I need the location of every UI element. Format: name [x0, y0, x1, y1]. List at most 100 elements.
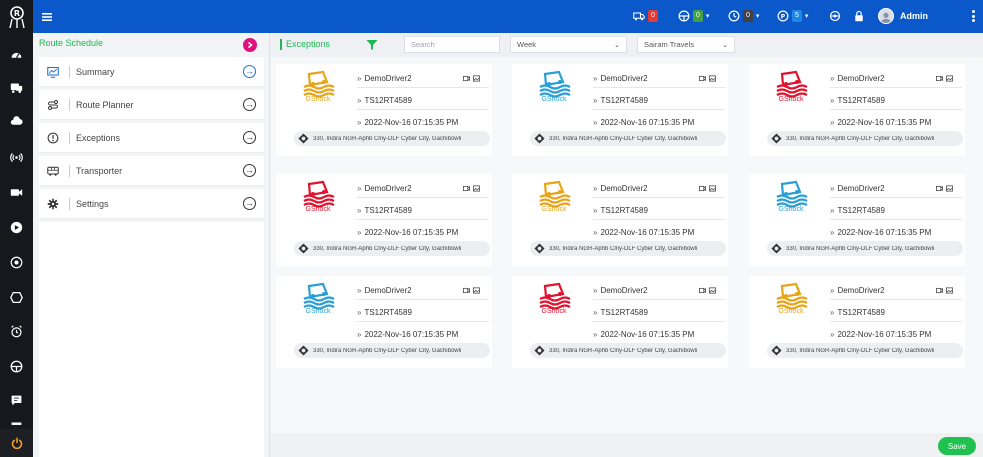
menu-item-summary[interactable]: Summary →: [39, 57, 264, 87]
cloud-icon[interactable]: [0, 110, 33, 132]
exception-card[interactable]: GShock » DemoDriver2 » TS12RT4589 » 2022-No…: [276, 174, 492, 266]
video-icon[interactable]: [699, 75, 706, 82]
arrow-right-icon[interactable]: →: [243, 65, 256, 78]
menu-icon[interactable]: [41, 10, 53, 22]
save-button[interactable]: Save: [938, 437, 976, 455]
target-icon[interactable]: [0, 251, 33, 273]
arrow-right-icon[interactable]: →: [243, 164, 256, 177]
dashboard-icon[interactable]: [0, 43, 33, 65]
double-chevron-icon: »: [357, 118, 362, 127]
lock-icon[interactable]: [853, 6, 865, 26]
idle-status[interactable]: 0 ▾: [728, 6, 759, 26]
chevron-down-icon: ⌄: [614, 41, 620, 49]
address-text: 330, Indira NGR-Aphb Clny-DLF Cyber City…: [313, 347, 462, 354]
menu-item-exceptions[interactable]: Exceptions →: [39, 123, 264, 153]
user-menu[interactable]: Admin: [878, 6, 928, 26]
steering-icon[interactable]: [0, 355, 33, 377]
video-icon[interactable]: [936, 75, 943, 82]
image-icon[interactable]: [473, 185, 480, 192]
play-icon[interactable]: [0, 216, 33, 238]
logo-label: GShock: [778, 206, 804, 213]
double-chevron-icon: »: [593, 228, 598, 237]
car-flood-icon: [776, 180, 808, 208]
double-chevron-icon: »: [830, 96, 835, 105]
gshock-logo: GShock: [769, 180, 813, 218]
gshock-logo: GShock: [296, 282, 340, 320]
event-datetime: » 2022-Nov-16 07:15:35 PM: [593, 228, 695, 237]
company-select[interactable]: Sairam Travels ⌄: [637, 36, 735, 53]
video-icon[interactable]: [936, 287, 943, 294]
menu-item-label: Summary: [76, 66, 115, 77]
double-chevron-icon: »: [357, 308, 362, 317]
video-icon[interactable]: [0, 181, 33, 203]
vehicle-alerts[interactable]: 0: [633, 6, 658, 26]
arrow-right-icon[interactable]: →: [243, 131, 256, 144]
gshock-logo: GShock: [532, 180, 576, 218]
online-status-count: 0: [693, 10, 703, 22]
settings-wheel-icon[interactable]: [829, 6, 841, 26]
media-icons: [463, 185, 480, 192]
period-select[interactable]: Week ⌄: [510, 36, 627, 53]
logo-label: GShock: [305, 206, 331, 213]
video-icon[interactable]: [463, 287, 470, 294]
broadcast-icon[interactable]: [0, 146, 33, 168]
exception-card[interactable]: GShock » DemoDriver2 » TS12RT4589 » 2022-No…: [749, 276, 965, 368]
double-chevron-icon: »: [830, 330, 835, 339]
double-chevron-icon: »: [593, 74, 598, 83]
exception-card[interactable]: GShock » DemoDriver2 » TS12RT4589 » 2022-No…: [749, 174, 965, 266]
exception-card[interactable]: GShock » DemoDriver2 » TS12RT4589 » 2022-No…: [512, 276, 728, 368]
hexagon-icon[interactable]: [0, 286, 33, 308]
video-icon[interactable]: [936, 185, 943, 192]
vehicle-number: » TS12RT4589: [357, 96, 412, 105]
online-status[interactable]: 0 ▾: [678, 6, 709, 26]
video-icon[interactable]: [463, 185, 470, 192]
panel-body: [39, 222, 264, 457]
logo-label: GShock: [305, 96, 331, 103]
car-flood-icon: [303, 70, 335, 98]
alarm-clock-icon[interactable]: [0, 320, 33, 342]
power-icon[interactable]: [0, 429, 33, 457]
image-icon[interactable]: [709, 75, 716, 82]
image-icon[interactable]: [946, 185, 953, 192]
chevron-right-icon: [248, 41, 253, 49]
user-name: Admin: [900, 11, 928, 21]
parking-status[interactable]: P 5 ▾: [777, 6, 808, 26]
exception-card[interactable]: GShock » DemoDriver2 » TS12RT4589 » 2022-No…: [276, 64, 492, 156]
filter-icon[interactable]: [366, 39, 378, 51]
app-logo-icon[interactable]: R: [0, 0, 33, 33]
exception-card[interactable]: GShock » DemoDriver2 » TS12RT4589 » 2022-No…: [512, 64, 728, 156]
image-icon[interactable]: [709, 287, 716, 294]
top-bar: 0 0 ▾ 0 ▾ P 5 ▾ Admin: [33, 0, 983, 33]
collapse-button[interactable]: [243, 38, 257, 52]
logo-label: GShock: [778, 96, 804, 103]
double-chevron-icon: »: [593, 184, 598, 193]
arrow-right-icon[interactable]: →: [243, 98, 256, 111]
menu-item-transporter[interactable]: Transporter →: [39, 156, 264, 186]
exception-card[interactable]: GShock » DemoDriver2 » TS12RT4589 » 2022-No…: [512, 174, 728, 266]
menu-item-route-planner[interactable]: Route Planner →: [39, 90, 264, 120]
menu-item-label: Transporter: [76, 165, 123, 176]
exceptions-toolbar: Exceptions Search Week ⌄ Sairam Travels …: [271, 33, 983, 57]
video-icon[interactable]: [699, 287, 706, 294]
bus-icon[interactable]: [0, 76, 33, 98]
image-icon[interactable]: [473, 287, 480, 294]
more-vertical-icon[interactable]: [971, 10, 975, 22]
arrow-right-icon[interactable]: →: [243, 197, 256, 210]
image-icon[interactable]: [946, 75, 953, 82]
image-icon[interactable]: [473, 75, 480, 82]
image-icon[interactable]: [709, 185, 716, 192]
address-pill: 330, Indira NGR-Aphb Clny-DLF Cyber City…: [294, 131, 490, 146]
video-icon[interactable]: [463, 75, 470, 82]
search-input[interactable]: Search: [404, 36, 500, 53]
exception-card[interactable]: GShock » DemoDriver2 » TS12RT4589 » 2022-No…: [749, 64, 965, 156]
vehicle-alerts-count: 0: [648, 10, 658, 22]
image-icon[interactable]: [946, 287, 953, 294]
exception-card[interactable]: GShock » DemoDriver2 » TS12RT4589 » 2022-No…: [276, 276, 492, 368]
menu-item-settings[interactable]: Settings →: [39, 189, 264, 219]
video-icon[interactable]: [699, 185, 706, 192]
parking-icon: P: [777, 10, 789, 22]
chat-icon[interactable]: [0, 389, 33, 411]
chevron-down-icon: ⌄: [722, 41, 728, 49]
media-icons: [936, 75, 953, 82]
panel-icon[interactable]: [0, 418, 33, 426]
